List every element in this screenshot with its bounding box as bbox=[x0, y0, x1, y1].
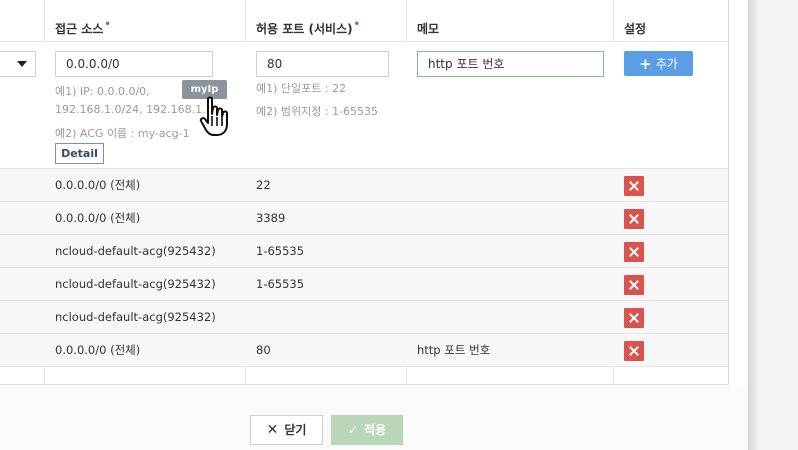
row-port: 1-65535 bbox=[256, 244, 305, 258]
delete-icon[interactable] bbox=[624, 242, 644, 262]
check-icon: ✓ bbox=[347, 423, 358, 437]
close-button[interactable]: ✕ 닫기 bbox=[250, 415, 323, 445]
header-memo: 메모 bbox=[417, 22, 440, 36]
table-row: ncloud-default-acg(925432) 1-65535 bbox=[0, 268, 728, 301]
new-rule-row: 0.0.0.0/0 예1) IP: 0.0.0.0/0, 192.168.1.0… bbox=[0, 42, 728, 169]
source-hint: 예1) IP: 0.0.0.0/0, bbox=[55, 85, 150, 98]
row-port: 22 bbox=[256, 178, 271, 192]
add-button[interactable]: + 추가 bbox=[624, 51, 693, 76]
table-row: 0.0.0.0/0 (전체) 80 http 포트 번호 bbox=[0, 334, 728, 367]
plus-icon: + bbox=[639, 55, 652, 73]
source-hint: 예2) ACG 이름 : my-acg-1 bbox=[55, 127, 190, 140]
table-header: 접근 소스• 허용 포트 (서비스)• 메모 설정 bbox=[0, 0, 728, 42]
hand-cursor-icon bbox=[199, 96, 228, 136]
table-row: ncloud-default-acg(925432) bbox=[0, 301, 728, 334]
row-memo: http 포트 번호 bbox=[417, 343, 491, 357]
chevron-down-icon bbox=[17, 61, 27, 67]
delete-icon[interactable] bbox=[624, 308, 644, 328]
row-source: 0.0.0.0/0 (전체) bbox=[55, 211, 141, 225]
row-source: ncloud-default-acg(925432) bbox=[55, 277, 216, 291]
memo-input[interactable]: http 포트 번호 bbox=[417, 51, 604, 77]
required-marker: • bbox=[104, 19, 111, 30]
table-row: 0.0.0.0/0 (전체) 3389 bbox=[0, 202, 728, 235]
apply-button[interactable]: ✓ 적용 bbox=[331, 415, 403, 445]
protocol-select[interactable] bbox=[0, 51, 36, 77]
close-icon: ✕ bbox=[266, 422, 279, 438]
header-port: 허용 포트 (서비스)• bbox=[256, 19, 361, 36]
header-settings: 설정 bbox=[624, 22, 647, 36]
required-marker: • bbox=[353, 19, 361, 30]
port-hint: 예2) 범위지정 : 1-65535 bbox=[256, 105, 379, 118]
row-port: 1-65535 bbox=[256, 277, 305, 291]
detail-button[interactable]: Detail bbox=[55, 143, 104, 164]
row-source: 0.0.0.0/0 (전체) bbox=[55, 343, 141, 357]
port-hint: 예1) 단일포트 : 22 bbox=[256, 82, 347, 95]
header-source: 접근 소스• bbox=[55, 19, 111, 36]
source-input[interactable]: 0.0.0.0/0 bbox=[55, 51, 213, 77]
rule-table: 접근 소스• 허용 포트 (서비스)• 메모 설정 0.0.0.0/0 예1) … bbox=[0, 0, 729, 385]
acg-rule-modal: 접근 소스• 허용 포트 (서비스)• 메모 설정 0.0.0.0/0 예1) … bbox=[0, 0, 748, 450]
row-source: ncloud-default-acg(925432) bbox=[55, 310, 216, 324]
delete-icon[interactable] bbox=[624, 209, 644, 229]
delete-icon[interactable] bbox=[624, 341, 644, 361]
row-port: 3389 bbox=[256, 211, 286, 225]
page-background bbox=[748, 0, 798, 450]
table-row: ncloud-default-acg(925432) 1-65535 bbox=[0, 235, 728, 268]
row-source: ncloud-default-acg(925432) bbox=[55, 244, 216, 258]
row-port: 80 bbox=[256, 343, 271, 357]
table-row: 0.0.0.0/0 (전체) 22 bbox=[0, 169, 728, 202]
port-input[interactable]: 80 bbox=[256, 51, 389, 77]
source-hint: 192.168.1.0/24, 192.168.1.7 bbox=[55, 103, 213, 116]
delete-icon[interactable] bbox=[624, 275, 644, 295]
delete-icon[interactable] bbox=[624, 176, 644, 196]
row-source: 0.0.0.0/0 (전체) bbox=[55, 178, 141, 192]
